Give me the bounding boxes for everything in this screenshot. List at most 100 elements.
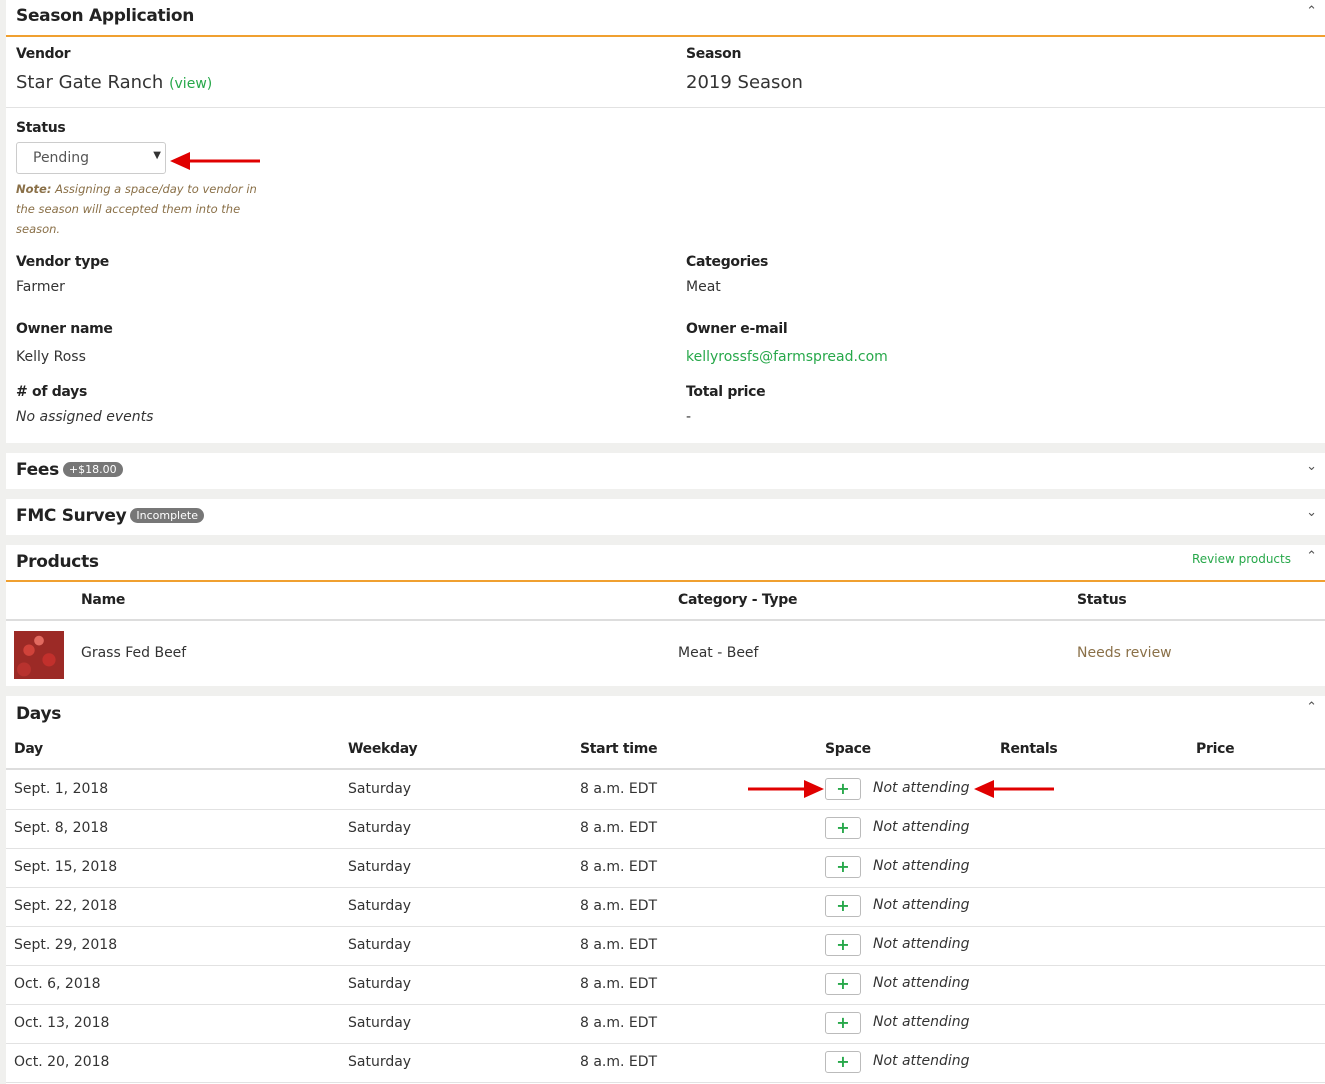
table-row: Sept. 8, 2018 Saturday 8 a.m. EDT + Not atte… — [6, 809, 1325, 849]
total-price-label: Total price — [686, 384, 766, 400]
add-space-button[interactable]: + — [825, 817, 861, 839]
fmc-survey-title: FMC Survey Incomplete — [16, 506, 204, 526]
products-title: Products — [16, 552, 99, 572]
fmc-survey-title-text: FMC Survey — [16, 506, 127, 526]
add-space-button[interactable]: + — [825, 1051, 861, 1073]
product-name[interactable]: Grass Fed Beef — [81, 645, 186, 661]
vendor-type-label: Vendor type — [16, 254, 109, 270]
table-row: Sept. 22, 2018 Saturday 8 a.m. EDT + Not att… — [6, 887, 1325, 927]
owner-name-label: Owner name — [16, 321, 113, 337]
note-text: Assigning a space/day to vendor in the s… — [16, 182, 257, 236]
weekday-cell: Saturday — [348, 976, 412, 992]
space-status: Not attending — [873, 1053, 970, 1069]
add-space-button[interactable]: + — [825, 934, 861, 956]
start-time-cell: 8 a.m. EDT — [580, 1015, 658, 1031]
space-status: Not attending — [873, 819, 970, 835]
add-space-button[interactable]: + — [825, 895, 861, 917]
col-header-name: Name — [81, 592, 126, 608]
review-products-link[interactable]: Review products — [1192, 552, 1291, 566]
start-time-cell: 8 a.m. EDT — [580, 976, 658, 992]
fees-title-text: Fees — [16, 460, 59, 480]
product-thumbnail — [14, 631, 64, 679]
vendor-label: Vendor — [16, 46, 71, 62]
day-cell: Sept. 15, 2018 — [14, 859, 118, 875]
space-status: Not attending — [873, 858, 970, 874]
status-select[interactable]: Pending ▼ — [16, 142, 166, 174]
chevron-up-icon[interactable]: ⌃ — [1306, 4, 1317, 19]
space-status: Not attending — [873, 897, 970, 913]
caret-down-icon: ▼ — [153, 150, 161, 161]
table-row: Oct. 20, 2018 Saturday 8 a.m. EDT + Not atte… — [6, 1043, 1325, 1083]
season-value: 2019 Season — [686, 72, 803, 93]
chevron-down-icon[interactable]: ⌄ — [1306, 459, 1317, 474]
fees-title: Fees +$18.00 — [16, 460, 123, 480]
weekday-cell: Saturday — [348, 937, 412, 953]
start-time-cell: 8 a.m. EDT — [580, 820, 658, 836]
day-cell: Oct. 20, 2018 — [14, 1054, 110, 1070]
start-time-cell: 8 a.m. EDT — [580, 937, 658, 953]
col-header-category-type: Category - Type — [678, 592, 798, 608]
vendor-type-value: Farmer — [16, 279, 65, 295]
vendor-view-link[interactable]: (view) — [169, 76, 212, 92]
days-count-value: No assigned events — [16, 409, 154, 425]
red-arrow-right-icon — [748, 780, 824, 798]
col-header-start-time: Start time — [580, 741, 658, 757]
fees-badge: +$18.00 — [62, 462, 123, 477]
note-prefix: Note: — [16, 182, 52, 196]
fmc-survey-badge: Incomplete — [130, 508, 204, 523]
owner-email-link[interactable]: kellyrossfs@farmspread.com — [686, 349, 888, 365]
add-space-button[interactable]: + — [825, 778, 861, 800]
col-header-rentals: Rentals — [1000, 741, 1058, 757]
add-space-button[interactable]: + — [825, 1012, 861, 1034]
products-panel: Products Review products ⌃ Name Category… — [6, 545, 1325, 686]
day-cell: Oct. 13, 2018 — [14, 1015, 110, 1031]
status-note: Note: Assigning a space/day to vendor in… — [16, 179, 266, 239]
start-time-cell: 8 a.m. EDT — [580, 1054, 658, 1070]
weekday-cell: Saturday — [348, 859, 412, 875]
col-header-price: Price — [1196, 741, 1235, 757]
days-panel: Days ⌃ Day Weekday Start time Space Rent… — [6, 696, 1325, 1084]
season-application-panel: Season Application ⌃ Vendor Star Gate Ra… — [6, 0, 1325, 443]
space-status: Not attending — [873, 780, 970, 796]
divider — [6, 580, 1325, 582]
vendor-name-text: Star Gate Ranch — [16, 72, 164, 93]
red-arrow-icon — [170, 152, 260, 170]
vendor-name: Star Gate Ranch (view) — [16, 72, 212, 93]
day-cell: Sept. 1, 2018 — [14, 781, 109, 797]
add-space-button[interactable]: + — [825, 856, 861, 878]
season-label: Season — [686, 46, 742, 62]
space-status: Not attending — [873, 975, 970, 991]
weekday-cell: Saturday — [348, 898, 412, 914]
chevron-up-icon[interactable]: ⌃ — [1306, 700, 1317, 715]
divider — [6, 619, 1325, 621]
add-space-button[interactable]: + — [825, 973, 861, 995]
chevron-up-icon[interactable]: ⌃ — [1306, 549, 1317, 564]
weekday-cell: Saturday — [348, 781, 412, 797]
days-count-label: # of days — [16, 384, 87, 400]
start-time-cell: 8 a.m. EDT — [580, 781, 658, 797]
col-header-space: Space — [825, 741, 871, 757]
divider — [6, 35, 1325, 37]
start-time-cell: 8 a.m. EDT — [580, 859, 658, 875]
table-row: Oct. 13, 2018 Saturday 8 a.m. EDT + Not atte… — [6, 1004, 1325, 1044]
red-arrow-left-icon — [974, 780, 1054, 798]
table-row: Sept. 1, 2018 Saturday 8 a.m. EDT + Not atte… — [6, 770, 1325, 810]
owner-email-label: Owner e-mail — [686, 321, 788, 337]
col-header-weekday: Weekday — [348, 741, 418, 757]
product-status: Needs review — [1077, 645, 1172, 661]
categories-value: Meat — [686, 279, 721, 295]
chevron-down-icon[interactable]: ⌄ — [1306, 505, 1317, 520]
categories-label: Categories — [686, 254, 769, 270]
col-header-status: Status — [1077, 592, 1127, 608]
status-select-value: Pending — [33, 150, 89, 166]
day-cell: Sept. 8, 2018 — [14, 820, 109, 836]
owner-name-value: Kelly Ross — [16, 349, 86, 365]
fees-panel[interactable]: Fees +$18.00 ⌄ — [6, 453, 1325, 489]
total-price-value: - — [686, 409, 692, 425]
product-category-type: Meat - Beef — [678, 645, 759, 661]
table-row: Sept. 15, 2018 Saturday 8 a.m. EDT + Not att… — [6, 848, 1325, 888]
fmc-survey-panel[interactable]: FMC Survey Incomplete ⌄ — [6, 499, 1325, 535]
table-row: Sept. 29, 2018 Saturday 8 a.m. EDT + Not att… — [6, 926, 1325, 966]
start-time-cell: 8 a.m. EDT — [580, 898, 658, 914]
space-status: Not attending — [873, 1014, 970, 1030]
